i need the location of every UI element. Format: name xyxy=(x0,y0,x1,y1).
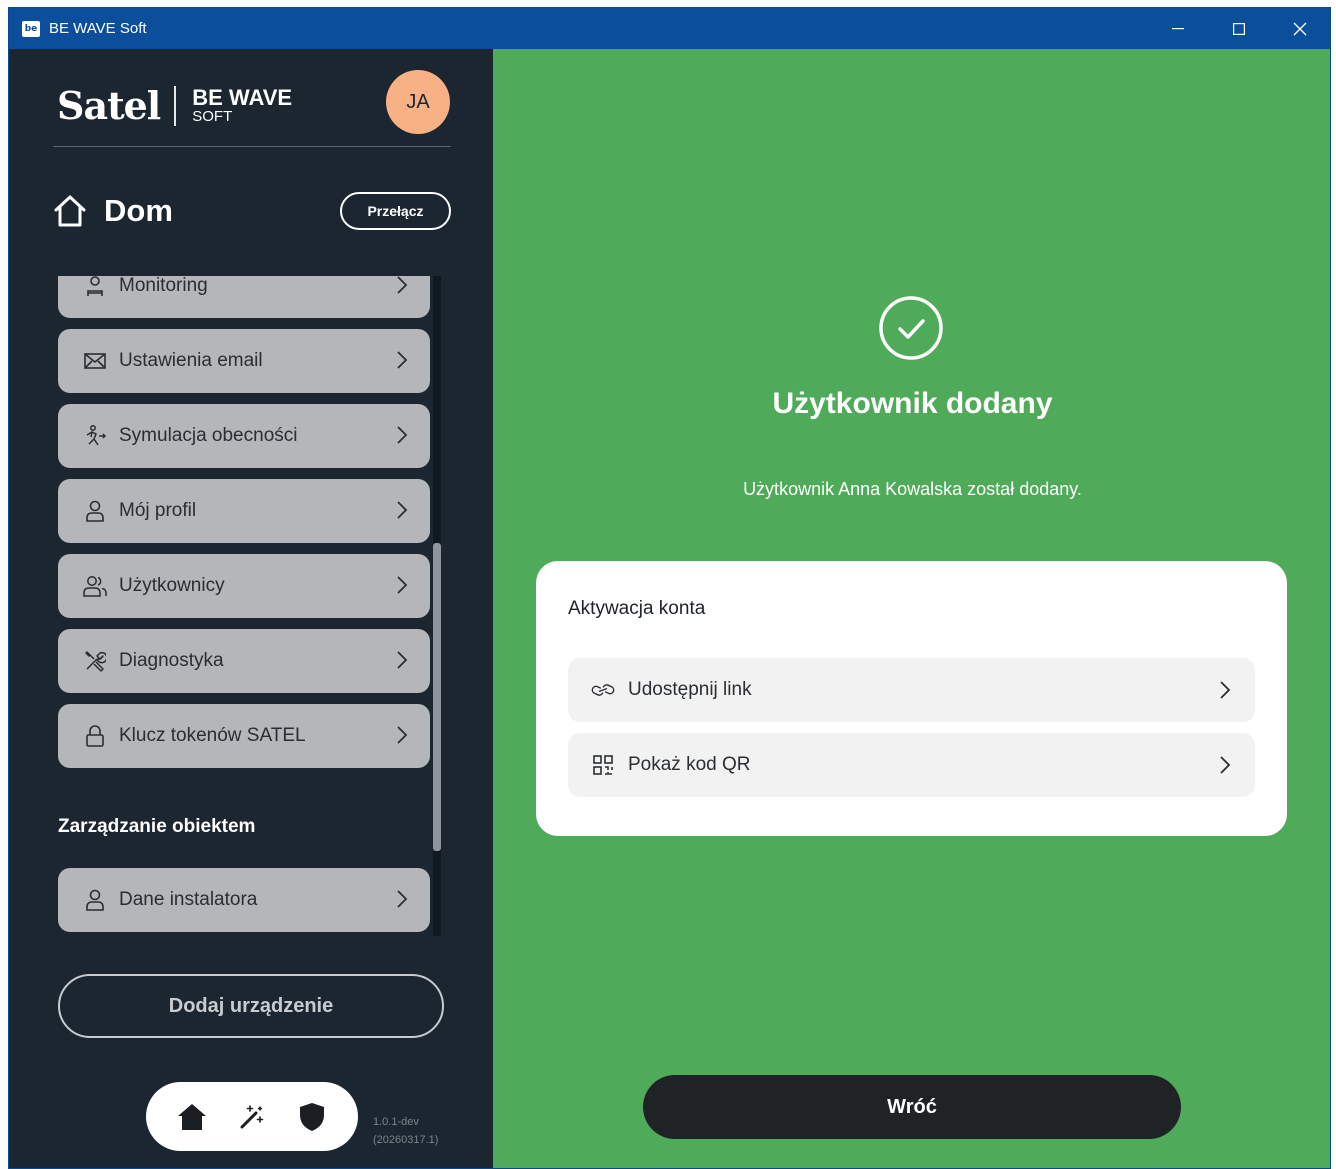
bottom-navigation xyxy=(146,1082,358,1151)
menu-item-label: Monitoring xyxy=(119,276,208,296)
show-qr-code-label: Pokaż kod QR xyxy=(628,754,751,775)
chevron-right-icon xyxy=(397,276,408,294)
presence-simulation-icon xyxy=(83,424,107,448)
email-icon xyxy=(83,349,107,373)
account-activation-card: Aktywacja konta Udostępnij link Pokaż ko… xyxy=(536,561,1287,836)
magic-wand-icon[interactable] xyxy=(236,1101,268,1133)
minimize-button[interactable] xyxy=(1147,8,1208,49)
user-icon xyxy=(83,499,107,523)
avatar[interactable]: JA xyxy=(386,70,450,134)
maximize-button[interactable] xyxy=(1208,8,1269,49)
chevron-right-icon xyxy=(397,726,408,744)
menu-item-label: Ustawienia email xyxy=(119,350,263,371)
title-bar: be BE WAVE Soft xyxy=(9,8,1330,49)
header-divider xyxy=(53,146,451,147)
chevron-right-icon xyxy=(1220,756,1231,774)
add-device-button[interactable]: Dodaj urządzenie xyxy=(58,974,444,1038)
menu-item-presence-simulation[interactable]: Symulacja obecności xyxy=(58,404,430,468)
settings-menu[interactable]: Monitoring Ustawienia email Symulacja ob… xyxy=(57,276,447,936)
qr-code-icon xyxy=(591,753,615,777)
product-name: BE WAVE SOFT xyxy=(192,85,293,125)
sidebar: Satel BE WAVE SOFT JA Dom Przełącz Monit… xyxy=(9,49,493,1168)
menu-item-label: Mój profil xyxy=(119,500,197,521)
version-number: 1.0.1-dev xyxy=(373,1116,419,1128)
back-button[interactable]: Wróć xyxy=(643,1075,1181,1139)
lock-icon xyxy=(83,724,107,748)
share-link-button[interactable]: Udostępnij link xyxy=(568,658,1255,722)
card-title: Aktywacja konta xyxy=(568,598,706,619)
confirmation-message: Użytkownik Anna Kowalska został dodany. xyxy=(743,479,1082,499)
section-title-object-management: Zarządzanie obiektem xyxy=(58,816,256,837)
menu-item-my-profile[interactable]: Mój profil xyxy=(58,479,430,543)
logo-separator xyxy=(174,85,177,126)
product-name-line1: BE WAVE xyxy=(192,85,293,110)
chevron-right-icon xyxy=(397,890,408,908)
menu-item-users[interactable]: Użytkownicy xyxy=(58,554,430,618)
close-button[interactable] xyxy=(1269,8,1330,49)
menu-scrollbar-thumb[interactable] xyxy=(433,543,441,851)
chevron-right-icon xyxy=(397,501,408,519)
window-controls xyxy=(1147,8,1330,49)
show-qr-code-button[interactable]: Pokaż kod QR xyxy=(568,733,1255,797)
home-name: Dom xyxy=(104,193,173,228)
version-build: (20260317.1) xyxy=(373,1134,439,1146)
home-header: Dom xyxy=(52,193,173,229)
monitoring-icon xyxy=(83,276,107,298)
menu-item-label: Dane instalatora xyxy=(119,889,258,910)
shield-icon[interactable] xyxy=(296,1101,328,1133)
switch-home-button[interactable]: Przełącz xyxy=(340,192,451,230)
link-icon xyxy=(591,678,615,702)
app-icon: be xyxy=(22,20,40,37)
user-icon xyxy=(83,888,107,912)
chevron-right-icon xyxy=(1220,681,1231,699)
menu-item-email-settings[interactable]: Ustawienia email xyxy=(58,329,430,393)
main-panel: Użytkownik dodany Użytkownik Anna Kowals… xyxy=(493,49,1330,1168)
app-version: 1.0.1-dev (20260317.1) xyxy=(373,1113,438,1149)
home-outline-icon xyxy=(54,195,86,227)
menu-item-diagnostics[interactable]: Diagnostyka xyxy=(58,629,430,693)
chevron-right-icon xyxy=(397,351,408,369)
satel-logo: Satel BE WAVE SOFT xyxy=(57,83,292,128)
users-icon xyxy=(83,574,107,598)
menu-item-label: Klucz tokenów SATEL xyxy=(119,725,306,746)
app-window: be BE WAVE Soft Satel BE WAVE SOFT JA Do… xyxy=(8,7,1331,1169)
menu-item-installer-data[interactable]: Dane instalatora xyxy=(58,868,430,932)
window-title: BE WAVE Soft xyxy=(49,20,147,37)
tools-icon xyxy=(83,649,107,673)
menu-item-label: Diagnostyka xyxy=(119,650,224,671)
home-icon[interactable] xyxy=(176,1101,208,1133)
menu-item-label: Symulacja obecności xyxy=(119,425,298,446)
menu-item-satel-token-key[interactable]: Klucz tokenów SATEL xyxy=(58,704,430,768)
menu-item-label: Użytkownicy xyxy=(119,575,225,596)
page-title: Użytkownik dodany xyxy=(772,387,1053,420)
chevron-right-icon xyxy=(397,576,408,594)
chevron-right-icon xyxy=(397,426,408,444)
product-name-line2: SOFT xyxy=(192,108,233,125)
share-link-label: Udostępnij link xyxy=(628,679,752,700)
menu-item-monitoring[interactable]: Monitoring xyxy=(58,276,430,318)
brand-name: Satel xyxy=(57,83,161,128)
chevron-right-icon xyxy=(397,651,408,669)
check-circle-icon xyxy=(879,296,943,360)
